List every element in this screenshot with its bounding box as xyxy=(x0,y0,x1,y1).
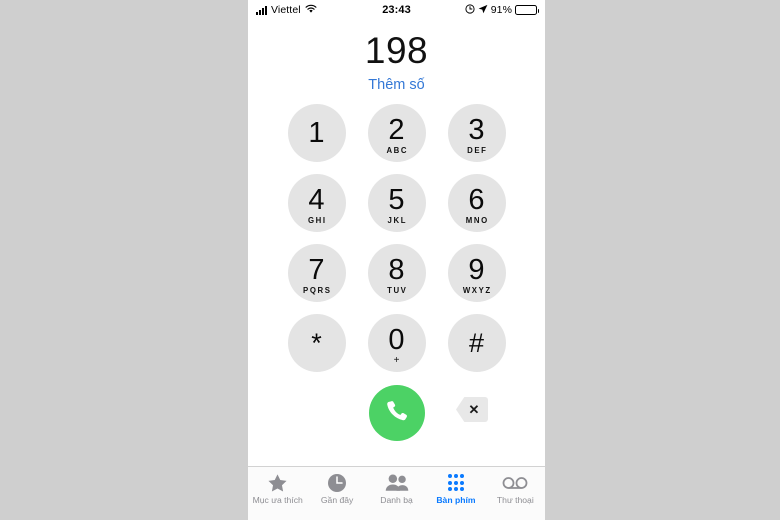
key-digit: 8 xyxy=(388,254,405,286)
key-letters: JKL xyxy=(387,216,408,225)
voicemail-icon xyxy=(502,472,528,493)
key-2[interactable]: 2 ABC xyxy=(367,104,426,162)
tab-contacts[interactable]: Danh bạ xyxy=(367,472,426,505)
clock-icon xyxy=(327,472,347,493)
key-letters: TUV xyxy=(387,286,408,295)
status-bar-left: Viettel xyxy=(256,4,382,17)
battery-percent-label: 91% xyxy=(490,4,513,16)
tab-label: Bàn phím xyxy=(436,495,476,505)
key-4[interactable]: 4 GHI xyxy=(287,174,346,232)
keypad-row: * 0 + # xyxy=(287,314,506,372)
keypad-row: 4 GHI 5 JKL 6 MNO xyxy=(287,174,506,232)
key-9[interactable]: 9 WXYZ xyxy=(447,244,506,302)
key-digit: 7 xyxy=(308,254,325,286)
key-letters: WXYZ xyxy=(462,286,492,295)
status-bar: Viettel 23:43 91% xyxy=(248,0,545,20)
keypad-row: 7 PQRS 8 TUV 9 WXYZ xyxy=(287,244,506,302)
keypad-row: 1 2 ABC 3 DEF xyxy=(287,104,506,162)
action-row: ✕ xyxy=(248,384,545,442)
battery-full-icon xyxy=(515,5,540,15)
tab-bar: Mục ưa thích Gần đây Danh bạ Bàn phím Th… xyxy=(248,466,545,520)
key-digit: 9 xyxy=(468,254,485,286)
dialed-number: 198 xyxy=(364,30,429,71)
status-bar-right: 91% xyxy=(411,3,540,17)
phone-handset-icon xyxy=(384,398,410,429)
keypad: 1 2 ABC 3 DEF 4 GHI 5 JKL 6 MNO 7 PQRS 8… xyxy=(248,104,545,372)
number-display-area: 198 Thêm số xyxy=(248,20,545,94)
key-digit: 3 xyxy=(468,114,485,146)
star-icon xyxy=(267,472,288,493)
tab-voicemail[interactable]: Thư thoại xyxy=(486,472,545,505)
tab-label: Mục ưa thích xyxy=(252,495,303,505)
key-digit: 1 xyxy=(308,117,325,149)
tab-label: Danh bạ xyxy=(380,495,413,505)
key-7[interactable]: 7 PQRS xyxy=(287,244,346,302)
tab-label: Thư thoại xyxy=(496,495,534,505)
key-star[interactable]: * xyxy=(287,314,346,372)
add-number-link[interactable]: Thêm số xyxy=(248,76,545,94)
location-arrow-icon xyxy=(478,4,488,17)
call-button[interactable] xyxy=(368,385,425,441)
wifi-icon xyxy=(305,4,317,17)
key-digit: 6 xyxy=(468,184,485,216)
tab-keypad[interactable]: Bàn phím xyxy=(426,472,485,505)
key-digit: * xyxy=(311,328,322,358)
key-digit: 5 xyxy=(388,184,405,216)
key-digit: 4 xyxy=(308,184,325,216)
backspace-delete-button[interactable]: ✕ xyxy=(456,397,488,422)
backspace-delete-icon: ✕ xyxy=(468,402,480,417)
key-letters: + xyxy=(393,355,400,366)
alarm-clock-icon xyxy=(465,3,475,17)
key-0[interactable]: 0 + xyxy=(367,314,426,372)
screenshot-root: Viettel 23:43 91% 198 Thêm số 1 2 ABC 3 … xyxy=(0,0,780,520)
key-hash[interactable]: # xyxy=(447,314,506,372)
key-letters: GHI xyxy=(307,216,327,225)
status-bar-clock: 23:43 xyxy=(382,4,411,16)
key-letters: MNO xyxy=(465,216,489,225)
signal-bars-icon xyxy=(256,5,267,15)
tab-recents[interactable]: Gần đây xyxy=(307,472,366,505)
key-3[interactable]: 3 DEF xyxy=(447,104,506,162)
key-digit: 2 xyxy=(388,114,405,146)
key-letters: PQRS xyxy=(303,286,332,295)
tab-label: Gần đây xyxy=(320,495,354,505)
key-1[interactable]: 1 xyxy=(287,104,346,162)
key-5[interactable]: 5 JKL xyxy=(367,174,426,232)
phone-screen: Viettel 23:43 91% 198 Thêm số 1 2 ABC 3 … xyxy=(248,0,545,520)
key-letters: ABC xyxy=(386,146,409,155)
key-8[interactable]: 8 TUV xyxy=(367,244,426,302)
carrier-label: Viettel xyxy=(271,4,301,16)
contacts-people-icon xyxy=(385,472,409,493)
keypad-dots-icon xyxy=(447,472,465,493)
key-digit: 0 xyxy=(388,324,405,356)
key-letters: DEF xyxy=(467,146,488,155)
tab-favorites[interactable]: Mục ưa thích xyxy=(248,472,307,505)
key-digit: # xyxy=(468,328,485,358)
key-6[interactable]: 6 MNO xyxy=(447,174,506,232)
